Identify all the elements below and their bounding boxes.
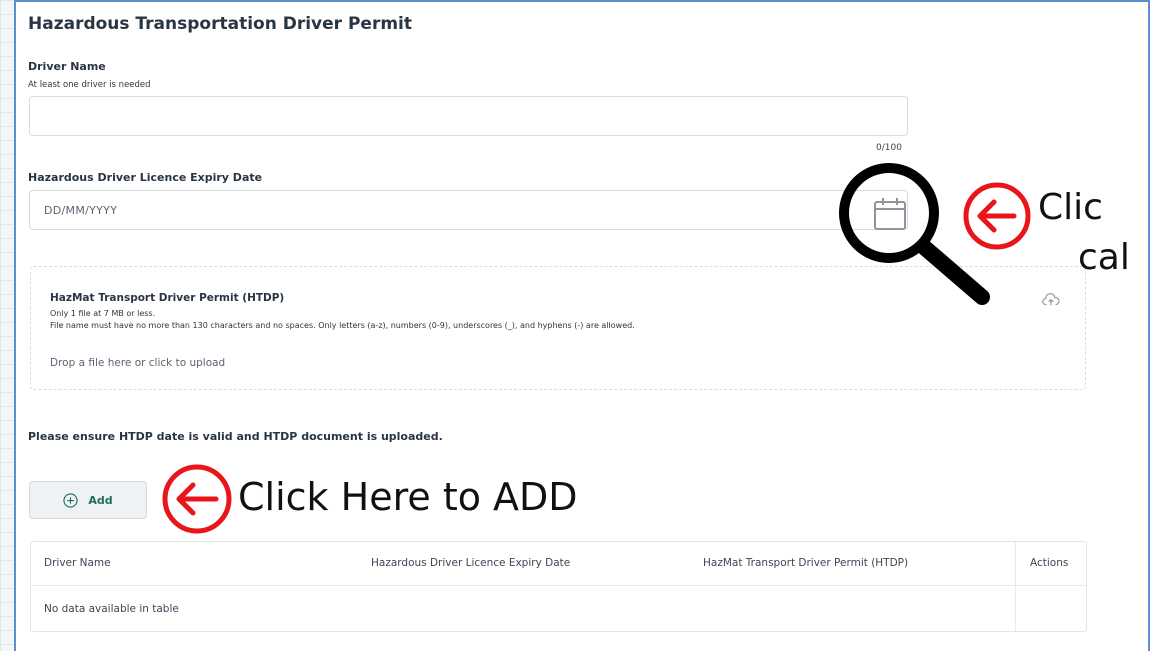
expiry-date-label: Hazardous Driver Licence Expiry Date bbox=[28, 171, 263, 184]
upload-rule-size: Only 1 file at 7 MB or less. bbox=[50, 309, 156, 318]
driver-name-counter: 0/100 bbox=[876, 143, 902, 153]
driver-name-hint: At least one driver is needed bbox=[28, 80, 151, 90]
upload-title: HazMat Transport Driver Permit (HTDP) bbox=[50, 292, 285, 304]
column-header-expiry-date[interactable]: Hazardous Driver Licence Expiry Date bbox=[371, 557, 570, 569]
expiry-date-input[interactable] bbox=[29, 190, 908, 230]
red-arrow-calendar-icon bbox=[963, 182, 1031, 250]
column-header-driver-name[interactable]: Driver Name bbox=[44, 557, 111, 569]
annotation-calendar-line2: cal bbox=[1078, 237, 1130, 278]
driver-name-label: Driver Name bbox=[28, 60, 106, 73]
drivers-table bbox=[30, 541, 1087, 632]
column-header-htdp[interactable]: HazMat Transport Driver Permit (HTDP) bbox=[703, 557, 908, 569]
upload-rule-filename: File name must have no more than 130 cha… bbox=[50, 321, 635, 330]
actions-column-separator bbox=[1015, 542, 1016, 631]
column-header-actions: Actions bbox=[1030, 557, 1069, 569]
annotation-add-text: Click Here to ADD bbox=[238, 475, 578, 519]
table-empty-message: No data available in table bbox=[44, 603, 179, 615]
background-grid bbox=[0, 0, 14, 651]
cloud-upload-icon[interactable] bbox=[1042, 292, 1060, 308]
table-header-divider bbox=[31, 585, 1086, 586]
annotation-calendar-line1: Clic bbox=[1038, 187, 1103, 228]
htdp-notice: Please ensure HTDP date is valid and HTD… bbox=[28, 430, 443, 443]
expiry-date-placeholder: DD/MM/YYYY bbox=[44, 204, 118, 217]
page-title: Hazardous Transportation Driver Permit bbox=[28, 14, 413, 34]
add-button-label: Add bbox=[88, 493, 113, 507]
upload-drop-text: Drop a file here or click to upload bbox=[50, 357, 226, 369]
red-arrow-add-icon bbox=[162, 464, 232, 534]
driver-name-input[interactable] bbox=[29, 96, 908, 136]
plus-circle-icon bbox=[63, 492, 78, 508]
add-driver-button[interactable]: Add bbox=[29, 481, 147, 519]
